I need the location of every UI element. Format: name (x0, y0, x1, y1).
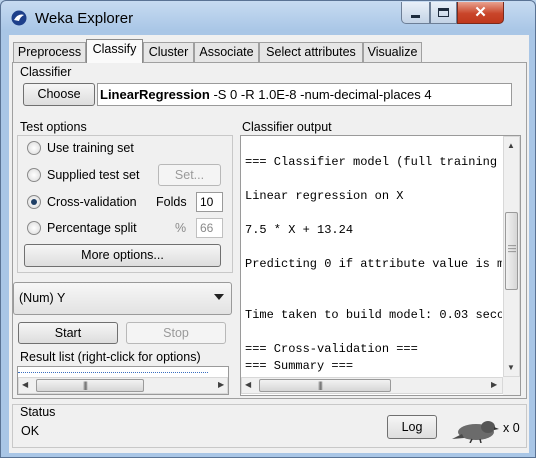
log-button[interactable]: Log (387, 415, 437, 439)
start-button[interactable]: Start (18, 322, 118, 344)
use-training-label: Use training set (47, 141, 134, 155)
scroll-right-icon[interactable]: ▶ (491, 380, 497, 390)
classify-panel: Classifier Choose LinearRegression -S 0 … (12, 62, 527, 399)
folds-input[interactable]: 10 (196, 192, 223, 212)
output-line: Predicting 0 if attribute value is m (245, 257, 502, 271)
target-attribute-select[interactable]: (Num) Y (13, 282, 232, 315)
grip-icon: — — — (508, 241, 516, 256)
output-vscroll-thumb[interactable]: — — — (505, 212, 518, 290)
chevron-down-icon (214, 294, 224, 300)
folds-label: Folds (156, 195, 187, 209)
tab-associate[interactable]: Associate (194, 42, 259, 62)
result-list-label: Result list (right-click for options) (20, 350, 201, 364)
percent-input[interactable]: 66 (196, 218, 223, 238)
result-list[interactable]: ◀ ||| ▶ (17, 366, 229, 395)
result-list-hscrollbar[interactable]: ◀ ||| ▶ (18, 377, 228, 394)
percent-symbol: % (175, 221, 187, 235)
scroll-left-icon[interactable]: ◀ (22, 380, 28, 390)
classifier-output-label: Classifier output (242, 120, 332, 134)
minimize-icon (411, 15, 420, 18)
cross-validation-label: Cross-validation (47, 195, 137, 209)
target-attribute-value: (Num) Y (19, 291, 66, 305)
classifier-output-panel[interactable]: === Classifier model (full training Line… (240, 135, 521, 396)
output-line: Linear regression on X (245, 189, 404, 203)
tab-preprocess[interactable]: Preprocess (13, 42, 86, 62)
output-line: === Summary === (245, 359, 354, 373)
maximize-icon (438, 8, 449, 17)
scroll-left-icon[interactable]: ◀ (245, 380, 251, 390)
output-line: === Classifier model (full training (245, 155, 498, 169)
more-options-button[interactable]: More options... (24, 244, 221, 267)
percentage-split-label: Percentage split (47, 221, 137, 235)
output-hscroll-thumb[interactable]: ||| (259, 379, 391, 392)
tab-classify[interactable]: Classify (86, 39, 143, 63)
scroll-up-icon[interactable]: ▲ (507, 141, 515, 151)
tab-cluster[interactable]: Cluster (143, 42, 194, 62)
result-list-item[interactable] (18, 367, 208, 373)
scroll-right-icon[interactable]: ▶ (218, 380, 224, 390)
tab-select-attributes[interactable]: Select attributes (259, 42, 363, 62)
explorer-window: Weka Explorer ✕ Preprocess Classify Clus… (0, 0, 536, 458)
window-title: Weka Explorer (35, 10, 134, 27)
client-area: Preprocess Classify Cluster Associate Se… (9, 35, 529, 453)
grip-icon: ||| (83, 380, 88, 390)
choose-button[interactable]: Choose (23, 83, 95, 106)
minimize-button[interactable] (401, 2, 430, 24)
percentage-split-radio[interactable] (27, 221, 41, 235)
classifier-field[interactable]: LinearRegression -S 0 -R 1.0E-8 -num-dec… (97, 83, 512, 106)
scrollbar-corner (503, 377, 520, 395)
result-list-scroll-thumb[interactable]: ||| (36, 379, 144, 392)
status-label: Status (20, 405, 56, 419)
output-line: 7.5 * X + 13.24 (245, 223, 354, 237)
cross-validation-radio[interactable] (27, 195, 41, 209)
output-hscrollbar[interactable]: ◀ ||| ▶ (241, 377, 503, 394)
set-button[interactable]: Set... (158, 164, 221, 186)
title-bar[interactable]: Weka Explorer ✕ (1, 1, 535, 35)
output-line: Time taken to build model: 0.03 seco (245, 308, 502, 322)
close-icon: ✕ (474, 3, 487, 21)
status-text: OK (21, 424, 40, 438)
weka-bird-status-icon[interactable] (450, 417, 500, 443)
supplied-test-radio[interactable] (27, 168, 41, 182)
output-line: === Cross-validation === (245, 342, 418, 356)
maximize-button[interactable] (430, 2, 457, 24)
supplied-test-label: Supplied test set (47, 168, 140, 182)
tab-visualize[interactable]: Visualize (363, 42, 422, 62)
output-vscrollbar[interactable]: ▲ — — — ▼ (503, 136, 520, 377)
scroll-down-icon[interactable]: ▼ (507, 363, 515, 373)
classifier-name: LinearRegression (100, 87, 210, 102)
classifier-output-text[interactable]: === Classifier model (full training Line… (241, 136, 502, 377)
stop-button[interactable]: Stop (126, 322, 226, 344)
test-options-label: Test options (20, 120, 87, 134)
classifier-options: -S 0 -R 1.0E-8 -num-decimal-places 4 (209, 87, 432, 102)
weka-bird-icon (11, 10, 27, 26)
close-button[interactable]: ✕ (457, 2, 504, 24)
use-training-radio[interactable] (27, 141, 41, 155)
status-count: x 0 (503, 421, 520, 435)
grip-icon: ||| (318, 380, 323, 390)
classifier-section-label: Classifier (20, 65, 72, 79)
